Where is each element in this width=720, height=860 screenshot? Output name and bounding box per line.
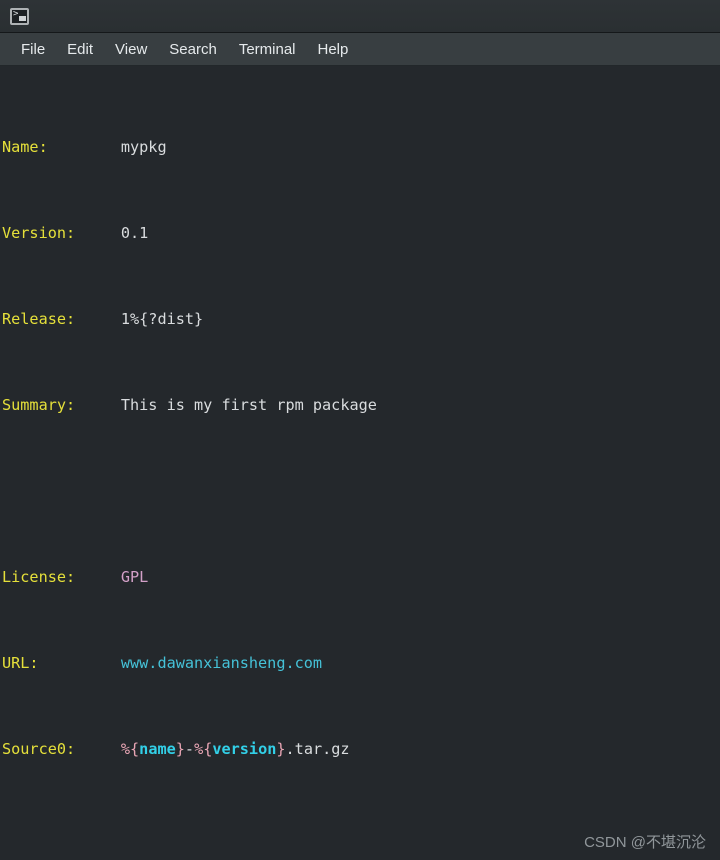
menu-item-edit[interactable]: Edit <box>56 39 104 60</box>
menu-item-terminal[interactable]: Terminal <box>228 39 307 60</box>
spec-line-license: License: GPL <box>2 567 720 589</box>
spec-line-summary: Summary: This is my first rpm package <box>2 395 720 417</box>
window-titlebar <box>0 0 720 33</box>
field-label-source0: Source0: <box>2 739 76 758</box>
csdn-watermark: CSDN @不堪沉沦 <box>584 834 706 851</box>
macro-name: name <box>139 739 176 758</box>
macro-open: %{ <box>120 739 140 758</box>
spec-line-name: Name: mypkg <box>2 137 720 159</box>
spec-blank-1 <box>2 481 720 503</box>
field-value-name: mypkg <box>120 137 167 156</box>
field-value-license: GPL <box>120 567 149 586</box>
field-label-name: Name: <box>2 137 48 156</box>
macro-close: } <box>175 739 185 758</box>
field-label-summary: Summary: <box>2 395 76 414</box>
menu-item-help[interactable]: Help <box>307 39 360 60</box>
macro2-open: %{ <box>194 739 213 758</box>
macro2-close: } <box>276 739 286 758</box>
field-value-release: 1%{?dist} <box>120 309 204 328</box>
spec-line-version: Version: 0.1 <box>2 223 720 245</box>
spec-line-source0: Source0: %{name}-%{version}.tar.gz <box>2 739 720 761</box>
spec-line-release: Release: 1%{?dist} <box>2 309 720 331</box>
spec-line-url: URL: www.dawanxiansheng.com <box>2 653 720 675</box>
source0-suffix: .tar.gz <box>285 739 350 758</box>
field-label-url: URL: <box>2 653 39 672</box>
field-label-license: License: <box>2 567 76 586</box>
field-value-url: www.dawanxiansheng.com <box>120 653 323 672</box>
spec-file-content: Name: mypkg Version: 0.1 Release: 1%{?di… <box>2 72 720 860</box>
field-value-version: 0.1 <box>120 223 149 242</box>
source0-dash: - <box>184 739 195 758</box>
field-value-summary: This is my first rpm package <box>120 395 377 414</box>
field-label-version: Version: <box>2 223 76 242</box>
menu-bar: File Edit View Search Terminal Help <box>0 33 720 66</box>
menu-item-view[interactable]: View <box>104 39 158 60</box>
menu-item-search[interactable]: Search <box>158 39 228 60</box>
spec-file-editor[interactable]: Name: mypkg Version: 0.1 Release: 1%{?di… <box>0 66 720 860</box>
field-label-release: Release: <box>2 309 76 328</box>
terminal-icon <box>10 7 29 25</box>
macro2-name: version <box>212 739 277 758</box>
menu-item-file[interactable]: File <box>10 39 56 60</box>
